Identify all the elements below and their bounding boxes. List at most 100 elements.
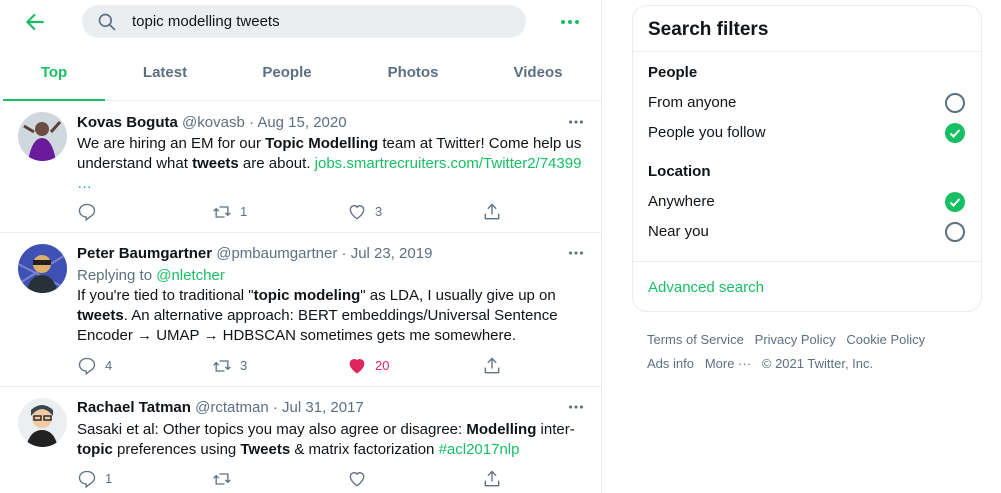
author-handle[interactable]: @rctatman	[195, 399, 269, 416]
tweet-text-segment: Modelling	[466, 421, 537, 438]
ads-info-link[interactable]: Ads info	[647, 356, 694, 371]
checkmark-icon	[949, 198, 961, 207]
anywhere-radio[interactable]	[945, 192, 965, 212]
search-input[interactable]: topic modelling tweets	[82, 5, 526, 38]
divider	[633, 51, 981, 52]
tweet-link[interactable]: jobs.smartrecruiters.com/Twitter2/74399	[315, 155, 582, 172]
author-handle[interactable]: @pmbaumgartner	[216, 245, 337, 262]
tweet-text-segment: preferences using	[112, 441, 241, 458]
advanced-search-link[interactable]: Advanced search	[648, 279, 764, 296]
tweet-text-segment: tweets	[77, 307, 124, 324]
tweet-item[interactable]: Peter Baumgartner @pmbaumgartner · Jul 2…	[0, 233, 601, 387]
reply-icon	[78, 203, 96, 222]
tweet-text-segment: topic	[77, 441, 113, 458]
tweet-header: Kovas Boguta @kovasb · Aug 15, 2020	[77, 114, 347, 131]
tweet-date[interactable]: Jul 31, 2017	[282, 399, 364, 416]
reply-count: 1	[105, 471, 113, 486]
footer-links-row1: Terms of Service Privacy Policy Cookie P…	[647, 332, 925, 347]
timeline-column: topic modelling tweets Top Latest People…	[0, 0, 602, 493]
like-count: 3	[375, 204, 383, 219]
tweet-text-segment: Sasaki et al: Other topics you may also …	[77, 421, 467, 438]
footer-links-row2: Ads info More ··· © 2021 Twitter, Inc.	[647, 356, 873, 371]
back-arrow-icon[interactable]	[22, 9, 48, 35]
from-anyone-radio[interactable]	[945, 93, 965, 113]
author-name[interactable]: Kovas Boguta	[77, 114, 178, 131]
tweet-text-segment: inter-	[536, 421, 575, 438]
from-anyone-option[interactable]: From anyone	[648, 94, 736, 111]
near-you-radio[interactable]	[945, 222, 965, 242]
location-section-label: Location	[648, 163, 711, 180]
reply-icon	[78, 357, 96, 376]
tab-people[interactable]: People	[237, 44, 337, 101]
tweet-link[interactable]: #acl2017nlp	[439, 441, 520, 458]
reply-count: 4	[105, 358, 113, 373]
tweet-header: Rachael Tatman @rctatman · Jul 31, 2017	[77, 399, 364, 416]
more-link[interactable]: More ···	[705, 356, 751, 371]
tweet-more-icon[interactable]	[565, 242, 587, 264]
tweet-date[interactable]: Aug 15, 2020	[257, 114, 346, 131]
tweet-item[interactable]: Kovas Boguta @kovasb · Aug 15, 2020 We a…	[0, 101, 601, 233]
tweet-text-segment: topic modeling	[253, 287, 361, 304]
avatar[interactable]	[18, 398, 67, 447]
tweet-text-segment: . An alternative approach: BERT embeddin…	[77, 307, 558, 344]
liked-heart-icon	[349, 359, 365, 374]
search-icon	[98, 13, 116, 31]
tweet-text-segment: & matrix factorization	[290, 441, 439, 458]
people-you-follow-option[interactable]: People you follow	[648, 124, 766, 141]
tweet-text: Sasaki et al: Other topics you may also …	[77, 420, 592, 460]
like-icon	[349, 205, 365, 220]
privacy-link[interactable]: Privacy Policy	[755, 332, 836, 347]
tweet-text: If you're tied to traditional "topic mod…	[77, 286, 592, 346]
tweet-text-segment: We are hiring an EM for our	[77, 135, 266, 152]
tweet-text-segment: tweets	[192, 155, 239, 172]
divider	[633, 261, 981, 262]
like-count: 20	[375, 358, 390, 373]
search-query[interactable]: topic modelling tweets	[132, 13, 280, 30]
tab-photos[interactable]: Photos	[363, 44, 463, 101]
tweet-more-icon[interactable]	[565, 111, 587, 133]
share-icon	[484, 203, 500, 220]
avatar[interactable]	[18, 112, 67, 161]
share-icon	[484, 357, 500, 374]
retweet-icon	[213, 360, 231, 372]
tweet-item[interactable]: Rachael Tatman @rctatman · Jul 31, 2017 …	[0, 387, 601, 493]
tab-top[interactable]: Top	[3, 44, 105, 101]
copyright: © 2021 Twitter, Inc.	[761, 356, 874, 371]
cookie-link[interactable]: Cookie Policy	[846, 332, 925, 347]
filters-title: Search filters	[648, 19, 769, 40]
search-header: topic modelling tweets	[0, 0, 601, 44]
tweet-text-segment: If you're tied to traditional "	[77, 287, 254, 304]
checkmark-icon	[949, 129, 961, 138]
tweet-header: Peter Baumgartner @pmbaumgartner · Jul 2…	[77, 245, 433, 262]
author-handle[interactable]: @kovasb	[182, 114, 245, 131]
share-icon	[484, 470, 500, 487]
tweet-more-icon[interactable]	[565, 396, 587, 418]
people-section-label: People	[648, 64, 698, 81]
retweet-count: 1	[240, 204, 248, 219]
replying-to: Replying to @nletcher	[77, 266, 592, 286]
search-filters-panel: Search filters People From anyone People…	[632, 5, 982, 312]
author-name[interactable]: Rachael Tatman	[77, 399, 191, 416]
reply-icon	[78, 470, 96, 489]
search-tabs: Top Latest People Photos Videos	[0, 44, 601, 101]
author-name[interactable]: Peter Baumgartner	[77, 245, 212, 262]
tab-videos[interactable]: Videos	[488, 44, 588, 101]
terms-link[interactable]: Terms of Service	[647, 332, 744, 347]
more-options-icon[interactable]	[558, 10, 582, 34]
replying-handle[interactable]: @nletcher	[156, 267, 225, 284]
tweet-text-segment: Topic Modelling	[265, 135, 379, 152]
retweet-icon	[213, 206, 231, 218]
avatar[interactable]	[18, 244, 67, 293]
replying-label: Replying to	[77, 267, 153, 284]
tab-latest[interactable]: Latest	[115, 44, 215, 101]
like-icon	[349, 472, 365, 487]
tweet-text: We are hiring an EM for our Topic Modell…	[77, 134, 592, 194]
tweet-date[interactable]: Jul 23, 2019	[351, 245, 433, 262]
tweet-link[interactable]: …	[77, 175, 92, 192]
retweet-icon	[213, 473, 231, 485]
anywhere-option[interactable]: Anywhere	[648, 193, 715, 210]
near-you-option[interactable]: Near you	[648, 223, 709, 240]
people-you-follow-radio[interactable]	[945, 123, 965, 143]
tweet-text-segment: " as LDA, I usually give up on	[360, 287, 556, 304]
tweet-text-segment: Tweets	[240, 441, 291, 458]
